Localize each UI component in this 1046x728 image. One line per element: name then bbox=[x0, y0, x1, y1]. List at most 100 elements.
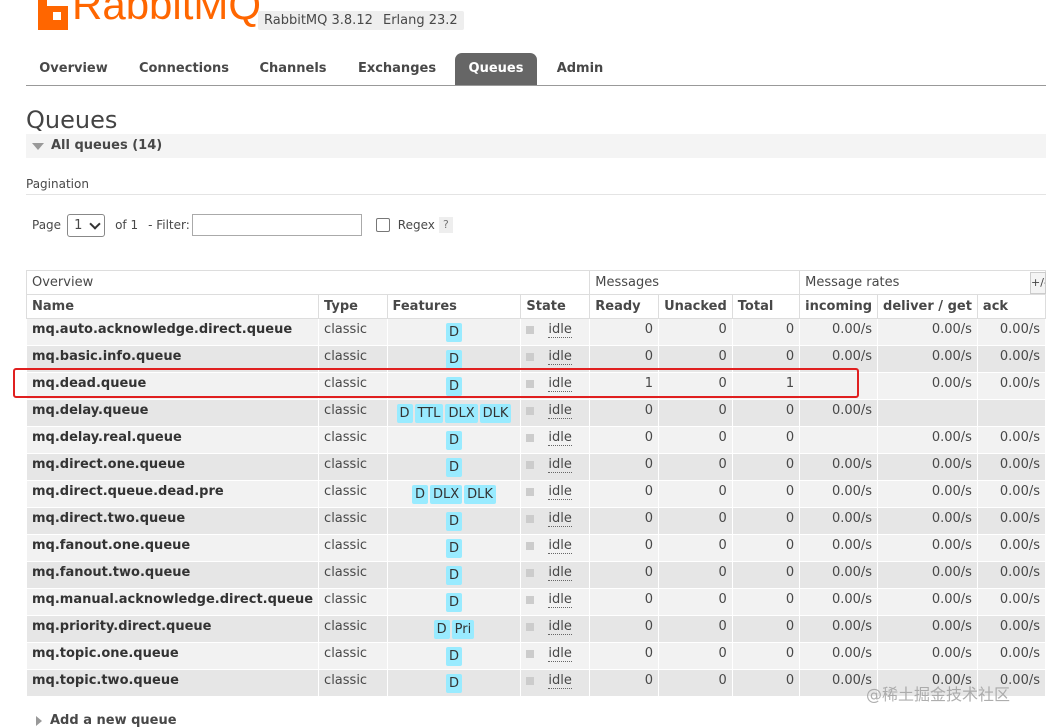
table-row[interactable]: mq.manual.acknowledge.direct.queue classi… bbox=[25, 588, 1046, 616]
table-row[interactable]: mq.direct.queue.dead.pre classic D DLX DLK id… bbox=[25, 480, 1046, 508]
rabbitmq-logo[interactable]: RabbitMQ TM bbox=[38, 0, 278, 30]
tab-queues[interactable]: Queues bbox=[455, 53, 537, 85]
messages-ready: 0 bbox=[589, 588, 660, 616]
state-label: idle bbox=[548, 538, 572, 554]
table-row[interactable]: mq.priority.direct.queue classic D Pri idle 0… bbox=[25, 615, 1046, 643]
queue-name-link[interactable]: mq.topic.one.queue bbox=[25, 642, 320, 670]
queue-features: D bbox=[386, 453, 522, 481]
column-header-features[interactable]: Features bbox=[386, 294, 522, 319]
rate-ack: 0.00/s bbox=[976, 642, 1046, 670]
column-header-ack[interactable]: ack bbox=[976, 294, 1046, 319]
column-header-name[interactable]: Name bbox=[25, 294, 320, 319]
queue-name-link[interactable]: mq.priority.direct.queue bbox=[25, 615, 320, 643]
queue-features: D TTL DLX DLK bbox=[386, 399, 522, 427]
queue-state: idle bbox=[520, 561, 591, 589]
table-row[interactable]: mq.fanout.one.queue classic Didle 0 0 0 0.00/s… bbox=[25, 534, 1046, 562]
state-indicator-icon bbox=[526, 326, 535, 334]
queue-type: classic bbox=[318, 426, 388, 454]
table-row[interactable]: mq.direct.two.queue classic Didle 0 0 0 0.00/s… bbox=[25, 507, 1046, 535]
messages-ready: 0 bbox=[589, 507, 660, 535]
queue-name-link[interactable]: mq.direct.one.queue bbox=[25, 453, 320, 481]
state-label: idle bbox=[548, 673, 572, 689]
queue-name-link[interactable]: mq.auto.acknowledge.direct.queue bbox=[25, 318, 320, 346]
messages-total: 0 bbox=[731, 642, 801, 670]
table-row[interactable]: mq.fanout.two.queue classic Didle 0 0 0 0.00/s… bbox=[25, 561, 1046, 589]
queue-features: D DLX DLK bbox=[386, 480, 522, 508]
state-label: idle bbox=[548, 511, 572, 527]
rate-incoming bbox=[799, 426, 879, 454]
state-indicator-icon bbox=[526, 515, 535, 523]
tab-exchanges[interactable]: Exchanges bbox=[347, 53, 447, 85]
column-header-deliver-get[interactable]: deliver / get bbox=[877, 294, 978, 319]
table-row[interactable]: mq.basic.info.queue classic Didle 0 0 0 0.00/s… bbox=[25, 345, 1046, 373]
table-row[interactable]: mq.delay.real.queue classic Didle 0 0 0 0.00/s… bbox=[25, 426, 1046, 454]
column-header-total[interactable]: Total bbox=[731, 294, 801, 319]
queue-name-link[interactable]: mq.direct.queue.dead.pre bbox=[25, 480, 320, 508]
state-indicator-icon bbox=[526, 596, 535, 604]
messages-ready: 0 bbox=[589, 453, 660, 481]
state-indicator-icon bbox=[526, 569, 535, 577]
table-row[interactable]: mq.topic.one.queue classic Didle 0 0 0 0.00/s 0… bbox=[25, 642, 1046, 670]
main-nav-tabs: Overview Connections Channels Exchanges … bbox=[26, 53, 1046, 86]
page-title: Queues bbox=[26, 106, 118, 134]
table-row[interactable]: mq.delay.queue classic D TTL DLX DLK idle 0 0 0 0.… bbox=[25, 399, 1046, 427]
column-header-unacked[interactable]: Unacked bbox=[658, 294, 733, 319]
queue-type: classic bbox=[318, 372, 388, 400]
rate-deliver-get: 0.00/s bbox=[877, 480, 978, 508]
state-indicator-icon bbox=[526, 677, 535, 685]
queue-name-link[interactable]: mq.fanout.two.queue bbox=[25, 561, 320, 589]
queue-name-link[interactable]: mq.topic.two.queue bbox=[25, 669, 320, 697]
column-header-state[interactable]: State bbox=[520, 294, 591, 319]
page-select-value: 1 bbox=[74, 217, 83, 233]
queue-name-link[interactable]: mq.manual.acknowledge.direct.queue bbox=[25, 588, 320, 616]
feature-tag: D bbox=[445, 458, 462, 477]
messages-total: 0 bbox=[731, 507, 801, 535]
feature-tag: D bbox=[445, 647, 462, 666]
rate-ack: 0.00/s bbox=[976, 561, 1046, 589]
rate-incoming: 0.00/s bbox=[799, 318, 879, 346]
rate-incoming bbox=[799, 372, 879, 400]
messages-unacked: 0 bbox=[658, 372, 733, 400]
state-indicator-icon bbox=[526, 353, 535, 361]
column-header-incoming[interactable]: incoming bbox=[799, 294, 879, 319]
queues-table: Overview Messages Message rates Name Type… bbox=[25, 270, 1046, 697]
add-new-queue-toggle[interactable]: Add a new queue bbox=[36, 713, 177, 728]
version-badge: RabbitMQ 3.8.12 bbox=[258, 11, 379, 30]
rate-ack: 0.00/s bbox=[976, 507, 1046, 535]
all-queues-section-toggle[interactable]: All queues (14) bbox=[26, 134, 1046, 158]
rate-deliver-get: 0.00/s bbox=[877, 588, 978, 616]
column-header-ready[interactable]: Ready bbox=[589, 294, 660, 319]
rate-deliver-get: 0.00/s bbox=[877, 372, 978, 400]
tab-connections[interactable]: Connections bbox=[129, 53, 239, 85]
table-row[interactable]: mq.auto.acknowledge.direct.queue classic D… bbox=[25, 318, 1046, 346]
queue-name-link[interactable]: mq.delay.real.queue bbox=[25, 426, 320, 454]
queue-name-link[interactable]: mq.delay.queue bbox=[25, 399, 320, 427]
feature-tag: DLK bbox=[464, 485, 496, 504]
regex-help-icon[interactable]: ? bbox=[438, 217, 453, 233]
queue-name-link[interactable]: mq.basic.info.queue bbox=[25, 345, 320, 373]
rate-deliver-get: 0.00/s bbox=[877, 534, 978, 562]
rate-ack: 0.00/s bbox=[976, 318, 1046, 346]
queue-type: classic bbox=[318, 345, 388, 373]
column-header-type[interactable]: Type bbox=[318, 294, 388, 319]
state-indicator-icon bbox=[526, 380, 535, 388]
column-toggle-button[interactable]: +/- bbox=[1030, 272, 1046, 294]
group-header-messages: Messages bbox=[589, 270, 801, 295]
tab-overview[interactable]: Overview bbox=[26, 53, 121, 85]
feature-tag: DLK bbox=[479, 404, 512, 423]
rate-ack: 0.00/s bbox=[976, 588, 1046, 616]
table-row[interactable]: mq.dead.queue classic Didle 1 0 1 0.00/s 0.00/s bbox=[25, 372, 1046, 400]
queue-name-link[interactable]: mq.direct.two.queue bbox=[25, 507, 320, 535]
page-select[interactable]: 1 bbox=[67, 213, 106, 237]
tab-channels[interactable]: Channels bbox=[248, 53, 338, 85]
rate-deliver-get: 0.00/s bbox=[877, 507, 978, 535]
pagination-title: Pagination bbox=[26, 177, 89, 191]
queue-name-link[interactable]: mq.fanout.one.queue bbox=[25, 534, 320, 562]
filter-input[interactable] bbox=[191, 214, 362, 236]
regex-checkbox[interactable] bbox=[375, 218, 390, 232]
queue-features: D bbox=[386, 345, 522, 373]
queue-name-link[interactable]: mq.dead.queue bbox=[25, 372, 320, 400]
table-row[interactable]: mq.direct.one.queue classic Didle 0 0 0 0.00/s… bbox=[25, 453, 1046, 481]
add-new-queue-label: Add a new queue bbox=[50, 713, 177, 728]
tab-admin[interactable]: Admin bbox=[546, 53, 614, 85]
